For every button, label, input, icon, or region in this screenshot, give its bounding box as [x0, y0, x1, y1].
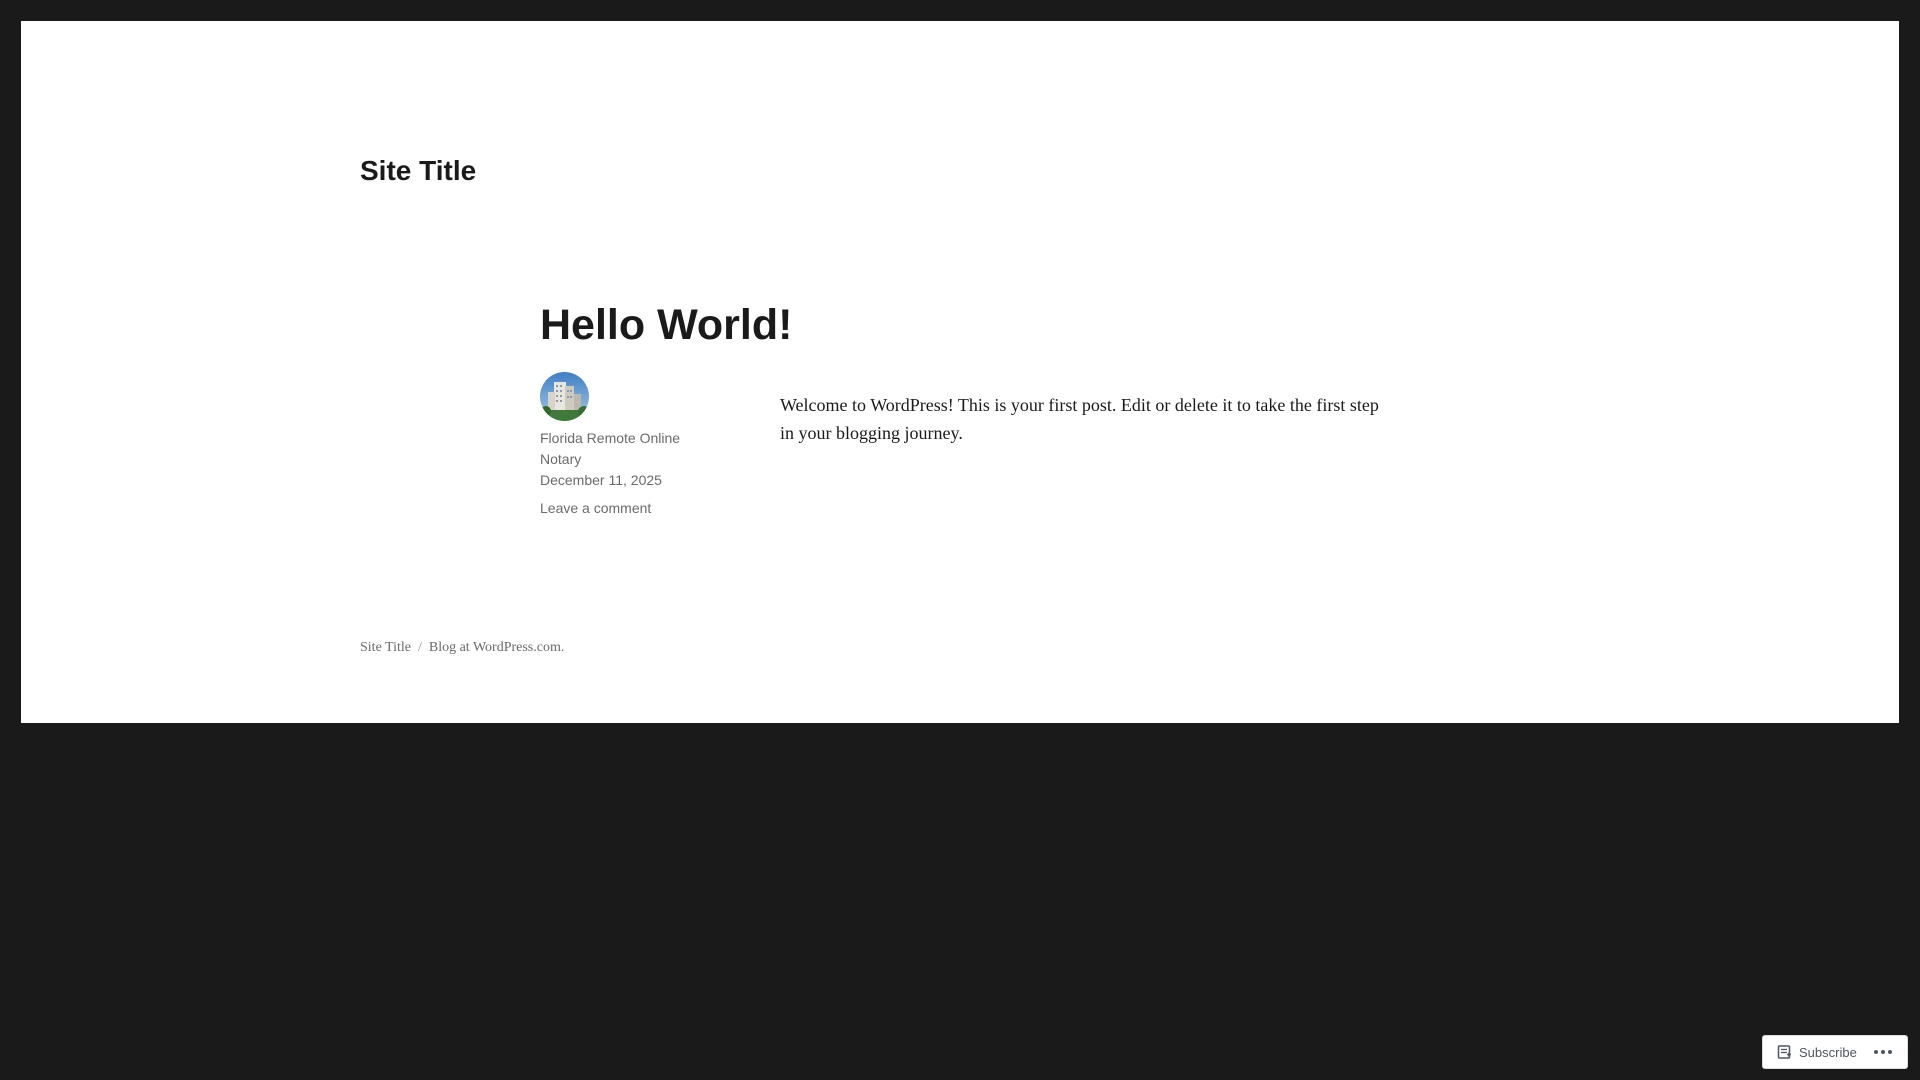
more-actions-button[interactable] [1865, 1036, 1901, 1068]
leave-comment-link[interactable]: Leave a comment [540, 498, 710, 519]
author-avatar[interactable] [540, 372, 589, 421]
subscribe-label: Subscribe [1799, 1044, 1857, 1060]
footer-credit-link[interactable]: Blog at WordPress.com. [429, 640, 565, 655]
site-footer: Site Title / Blog at WordPress.com. [360, 637, 564, 659]
footer-site-title-link[interactable]: Site Title [360, 640, 411, 655]
footer-separator: / [417, 640, 422, 655]
post-content: Welcome to WordPress! This is your first… [780, 395, 1379, 443]
post-date-link[interactable]: December 11, 2025 [540, 470, 710, 491]
post-author-link[interactable]: Florida Remote Online Notary [540, 428, 710, 470]
subscribe-button[interactable]: Subscribe [1763, 1036, 1865, 1068]
building-photo-avatar-icon [540, 372, 589, 421]
post-title[interactable]: Hello World! [540, 295, 792, 355]
site-title-link[interactable]: Site Title [360, 149, 476, 193]
page-container: Site Title Hello World! Florida Remote O… [21, 21, 1899, 723]
reader-icon [1777, 1045, 1791, 1059]
wpcom-actionbar: Subscribe [1762, 1035, 1908, 1069]
ellipsis-icon [1873, 1050, 1892, 1054]
